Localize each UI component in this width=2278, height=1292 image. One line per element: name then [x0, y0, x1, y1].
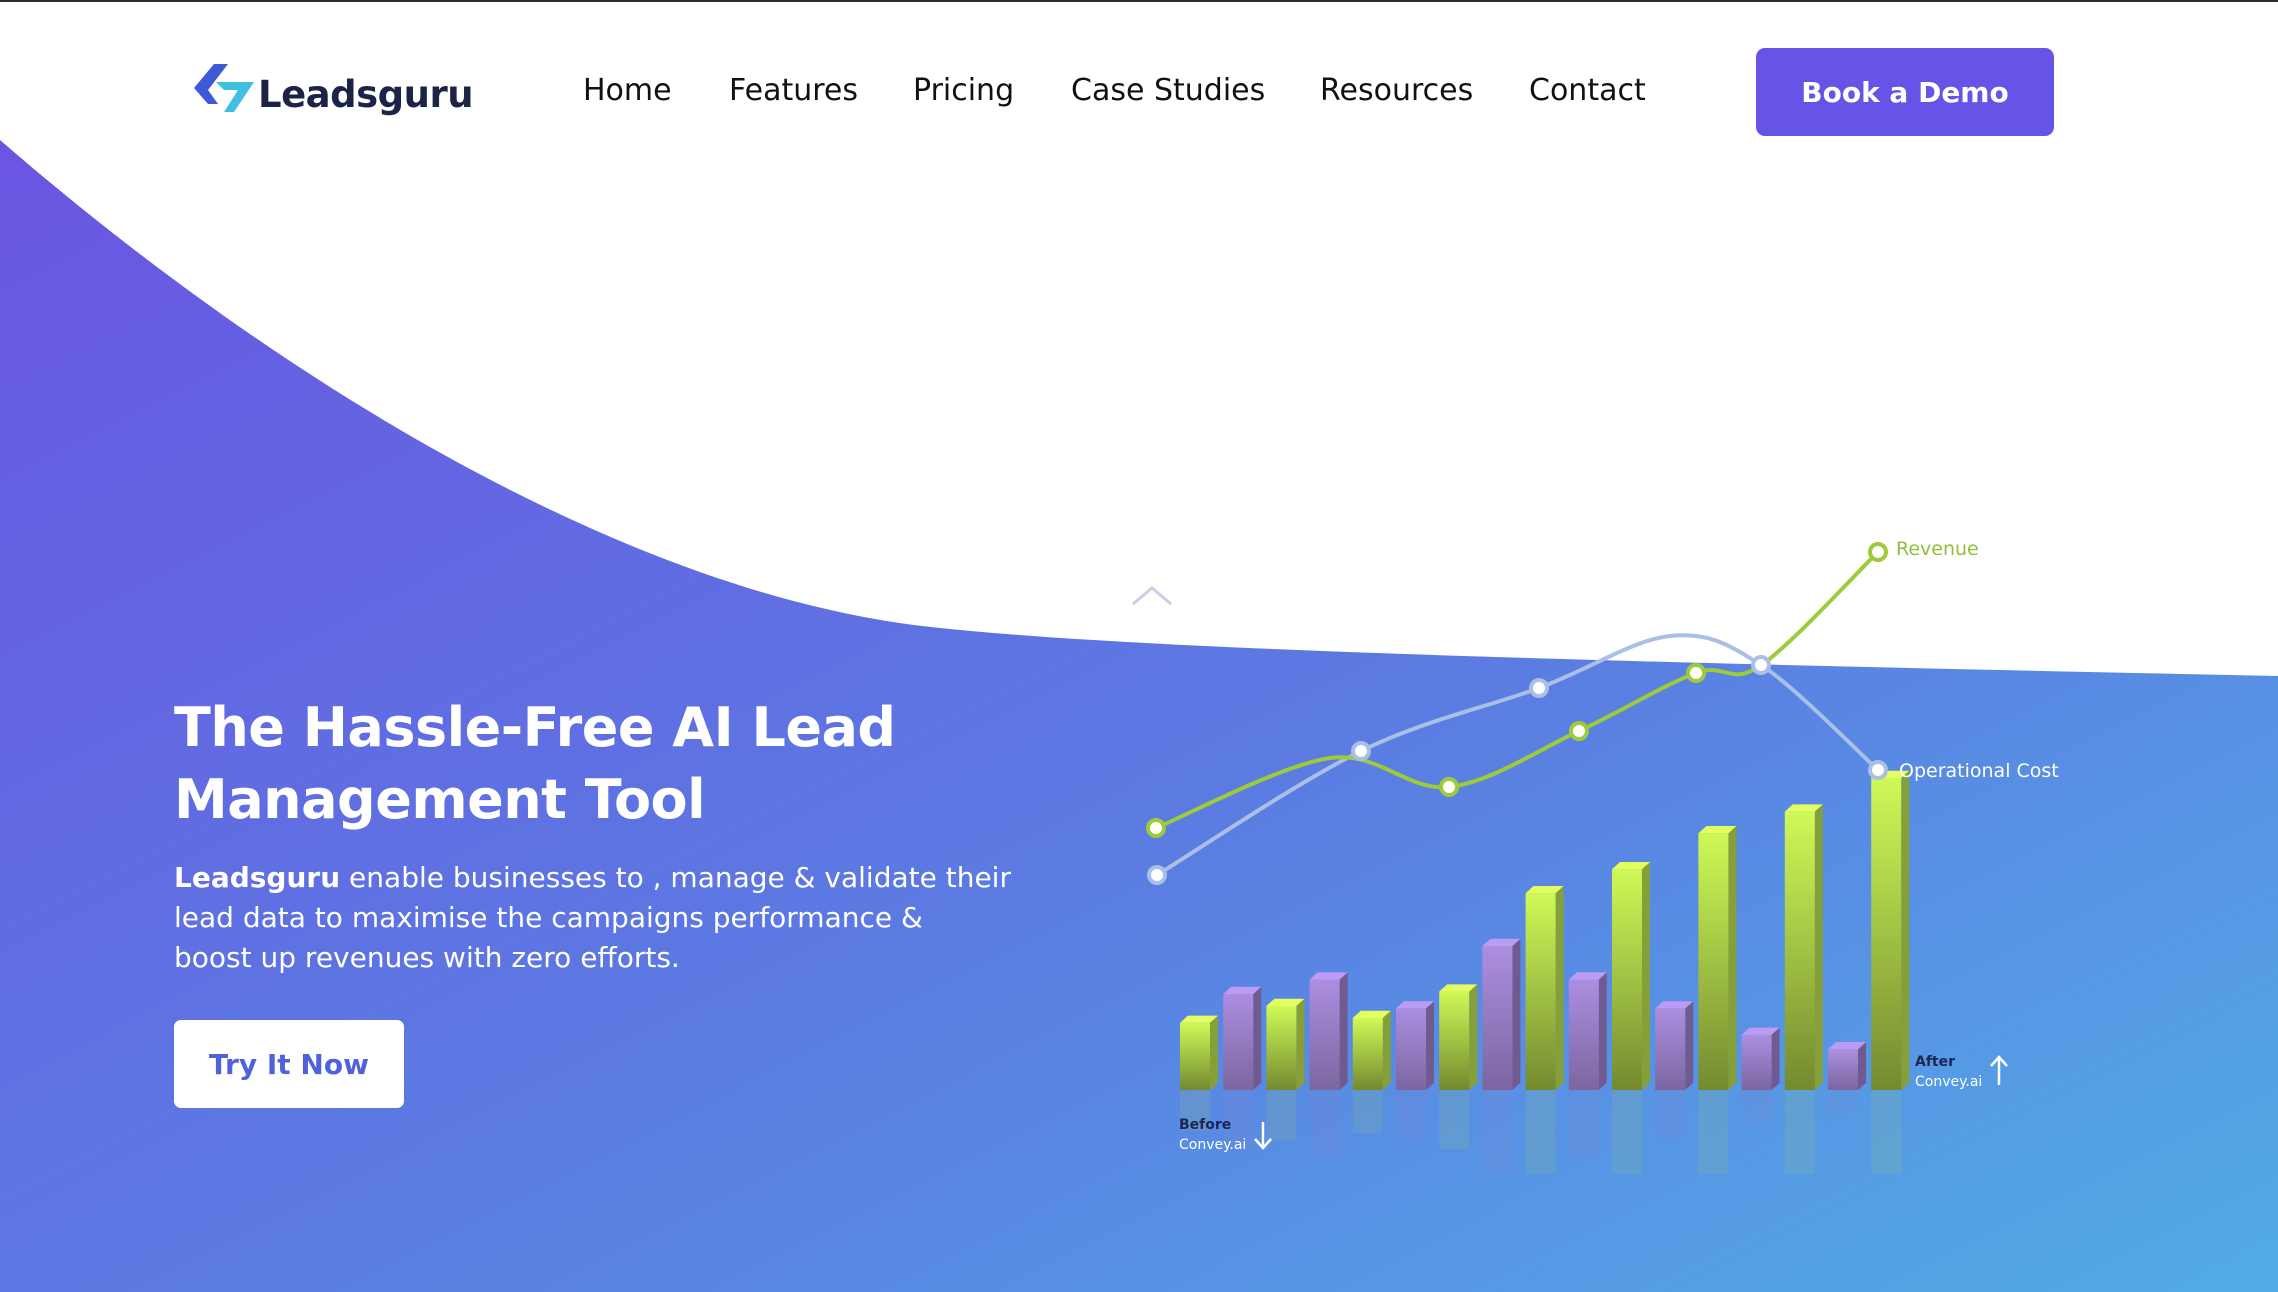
revenue-point-2 — [1439, 777, 1459, 797]
bar-green-13 — [1698, 826, 1737, 1174]
bar-green-7 — [1439, 984, 1478, 1150]
bar-purple-14 — [1741, 1027, 1780, 1124]
revenue-line — [1155, 550, 1880, 830]
after-brand-label: Convey.ai — [1915, 1074, 1982, 1090]
cost-point-1 — [1147, 865, 1167, 885]
before-brand-label: Convey.ai — [1179, 1137, 1246, 1153]
operational-cost-points — [1147, 655, 1888, 885]
bar-purple-12 — [1655, 1001, 1694, 1139]
cost-point-5 — [1868, 760, 1888, 780]
operational-cost-label: Operational Cost — [1899, 760, 2059, 782]
cost-point-3 — [1529, 678, 1549, 698]
cost-point-4 — [1751, 655, 1771, 675]
before-label: Before — [1179, 1117, 1231, 1133]
operational-cost-line — [1155, 633, 1880, 877]
bar-purple-6 — [1396, 1001, 1434, 1139]
bar-purple-4 — [1309, 972, 1348, 1157]
bar-green-11 — [1612, 862, 1650, 1174]
bar-green-15 — [1784, 804, 1823, 1174]
revenue-point-4 — [1686, 663, 1706, 683]
bar-group — [1180, 770, 1910, 1174]
revenue-point-3 — [1569, 721, 1589, 741]
revenue-point-1 — [1146, 818, 1166, 838]
bar-purple-8 — [1482, 938, 1521, 1174]
growth-illustration: Revenue Operational Cost Before Convey.a… — [1146, 538, 2059, 1174]
bar-green-3 — [1266, 998, 1305, 1141]
revenue-points — [1146, 542, 1888, 838]
revenue-point-5 — [1868, 542, 1888, 562]
after-label: After — [1915, 1054, 1955, 1070]
bar-green-5 — [1352, 1010, 1391, 1134]
bar-green-17 — [1871, 770, 1910, 1174]
arrow-up-icon — [1990, 1055, 2008, 1085]
bar-green-1 — [1180, 1015, 1218, 1131]
revenue-label: Revenue — [1896, 538, 1979, 560]
bar-green-9 — [1525, 886, 1564, 1174]
bar-purple-10 — [1568, 972, 1607, 1157]
bar-purple-16 — [1828, 1042, 1866, 1115]
cost-point-2 — [1351, 741, 1371, 761]
